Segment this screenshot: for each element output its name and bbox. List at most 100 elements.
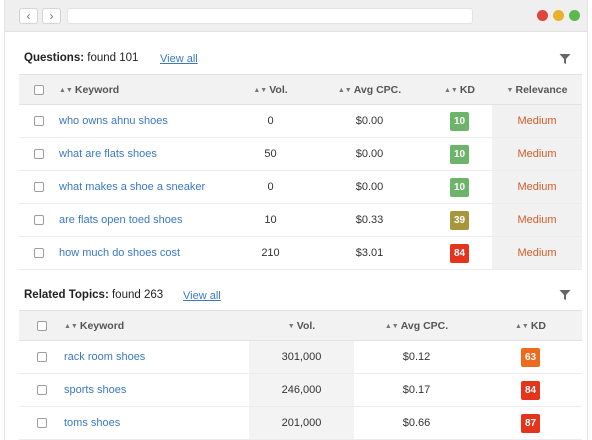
address-bar[interactable] <box>67 8 473 24</box>
kd-column-label: KD <box>459 83 476 96</box>
kd-column-header[interactable]: ▲▼ KD <box>427 74 492 105</box>
kd-cell: 10 <box>427 170 492 204</box>
questions-view-all-link[interactable]: View all <box>160 53 198 65</box>
kd-badge: 87 <box>521 413 540 433</box>
close-window-dot[interactable] <box>537 10 548 21</box>
relevance-cell: Medium <box>492 203 582 237</box>
kd-badge: 63 <box>521 347 540 367</box>
vol-column-header[interactable]: ▼ Vol. <box>249 310 354 341</box>
row-checkbox[interactable] <box>34 149 44 160</box>
table-row: rack room shoes 301,000 $0.12 63 <box>19 340 582 374</box>
keyword-link[interactable]: what makes a shoe a sneaker <box>59 170 229 204</box>
keyword-link[interactable]: rack room shoes <box>64 340 249 374</box>
select-all-cell <box>19 310 64 341</box>
keyword-column-header[interactable]: ▲▼ Keyword <box>64 310 249 341</box>
vol-cell: 0 <box>229 104 312 138</box>
related-heading: Related Topics: found 263 <box>24 289 163 301</box>
table-row: toms shoes 201,000 $0.66 87 <box>19 406 582 440</box>
related-title: Related Topics: <box>24 289 109 301</box>
row-checkbox[interactable] <box>34 182 44 193</box>
sort-desc-icon: ▼ <box>506 86 514 94</box>
row-checkbox[interactable] <box>36 418 47 429</box>
kd-cell: 87 <box>479 406 582 440</box>
related-table: ▲▼ Keyword ▼ Vol. ▲▼ Avg CPC. ▲▼ KD rack roo… <box>19 310 582 440</box>
browser-window: ‹ › Questions: found 101 View all ▲▼ Keyw… <box>4 0 588 440</box>
kd-badge: 39 <box>450 210 469 230</box>
kd-cell: 39 <box>427 203 492 237</box>
browser-toolbar: ‹ › <box>5 0 587 32</box>
cpc-cell: $0.00 <box>312 137 427 171</box>
relevance-cell: Medium <box>492 104 582 138</box>
keyword-link[interactable]: toms shoes <box>64 406 249 440</box>
keyword-link[interactable]: are flats open toed shoes <box>59 203 229 237</box>
table-row: who owns ahnu shoes 0 $0.00 10 Medium <box>19 104 582 138</box>
kd-cell: 84 <box>479 373 582 407</box>
cpc-column-header[interactable]: ▲▼ Avg CPC. <box>312 74 427 105</box>
sort-icon: ▲▼ <box>253 86 268 94</box>
sort-icon: ▲▼ <box>337 86 352 94</box>
select-all-checkbox[interactable] <box>34 84 44 95</box>
vol-cell: 301,000 <box>249 340 354 374</box>
vol-cell: 246,000 <box>249 373 354 407</box>
vol-cell: 10 <box>229 203 312 237</box>
sort-icon: ▲▼ <box>64 322 78 330</box>
sort-desc-icon: ▼ <box>287 322 295 330</box>
questions-header-row: ▲▼ Keyword ▲▼ Vol. ▲▼ Avg CPC. ▲▼ KD ▼ Releva… <box>19 74 582 105</box>
sort-icon: ▲▼ <box>514 322 529 330</box>
kd-badge: 84 <box>450 243 469 263</box>
vol-cell: 201,000 <box>249 406 354 440</box>
related-count: found 263 <box>111 289 164 301</box>
cpc-column-label: Avg CPC. <box>353 83 402 96</box>
sort-icon: ▲▼ <box>59 86 73 94</box>
row-checkbox[interactable] <box>34 248 44 259</box>
vol-column-label: Vol. <box>296 319 316 332</box>
vol-column-label: Vol. <box>269 83 288 96</box>
vol-column-header[interactable]: ▲▼ Vol. <box>229 74 312 105</box>
filter-icon[interactable] <box>559 53 571 65</box>
row-checkbox-cell <box>19 373 64 407</box>
keyword-column-label: Keyword <box>79 319 125 332</box>
cpc-column-header[interactable]: ▲▼ Avg CPC. <box>354 310 479 341</box>
keyword-column-header[interactable]: ▲▼ Keyword <box>59 74 229 105</box>
sort-icon: ▲▼ <box>443 86 458 94</box>
vol-cell: 50 <box>229 137 312 171</box>
table-row: are flats open toed shoes 10 $0.33 39 Me… <box>19 203 582 237</box>
row-checkbox[interactable] <box>34 116 44 127</box>
kd-cell: 63 <box>479 340 582 374</box>
maximize-window-dot[interactable] <box>569 10 580 21</box>
forward-button[interactable]: › <box>42 8 61 24</box>
cpc-cell: $0.00 <box>312 104 427 138</box>
keyword-link[interactable]: sports shoes <box>64 373 249 407</box>
cpc-cell: $0.17 <box>354 373 479 407</box>
select-all-cell <box>19 74 59 105</box>
select-all-checkbox[interactable] <box>36 320 47 331</box>
cpc-cell: $0.00 <box>312 170 427 204</box>
related-view-all-link[interactable]: View all <box>183 290 221 302</box>
chevron-left-icon: ‹ <box>26 9 31 23</box>
kd-badge: 84 <box>521 380 540 400</box>
keyword-link[interactable]: who owns ahnu shoes <box>59 104 229 138</box>
row-checkbox-cell <box>19 104 59 138</box>
kd-cell: 84 <box>427 236 492 270</box>
cpc-column-label: Avg CPC. <box>400 319 449 332</box>
row-checkbox[interactable] <box>36 385 47 396</box>
row-checkbox-cell <box>19 137 59 171</box>
row-checkbox-cell <box>19 406 64 440</box>
relevance-column-label: Relevance <box>515 83 568 96</box>
keyword-column-label: Keyword <box>74 83 120 96</box>
table-row: sports shoes 246,000 $0.17 84 <box>19 373 582 407</box>
related-header-row: ▲▼ Keyword ▼ Vol. ▲▼ Avg CPC. ▲▼ KD <box>19 310 582 341</box>
kd-column-header[interactable]: ▲▼ KD <box>479 310 582 341</box>
back-button[interactable]: ‹ <box>19 8 38 24</box>
minimize-window-dot[interactable] <box>553 10 564 21</box>
questions-count: found 101 <box>87 52 139 64</box>
table-row: what makes a shoe a sneaker 0 $0.00 10 M… <box>19 170 582 204</box>
vol-cell: 0 <box>229 170 312 204</box>
keyword-link[interactable]: what are flats shoes <box>59 137 229 171</box>
filter-icon[interactable] <box>559 289 571 301</box>
relevance-column-header[interactable]: ▼ Relevance <box>492 74 582 105</box>
row-checkbox[interactable] <box>36 352 47 363</box>
row-checkbox[interactable] <box>34 215 44 226</box>
keyword-link[interactable]: how much do shoes cost <box>59 236 229 270</box>
row-checkbox-cell <box>19 236 59 270</box>
